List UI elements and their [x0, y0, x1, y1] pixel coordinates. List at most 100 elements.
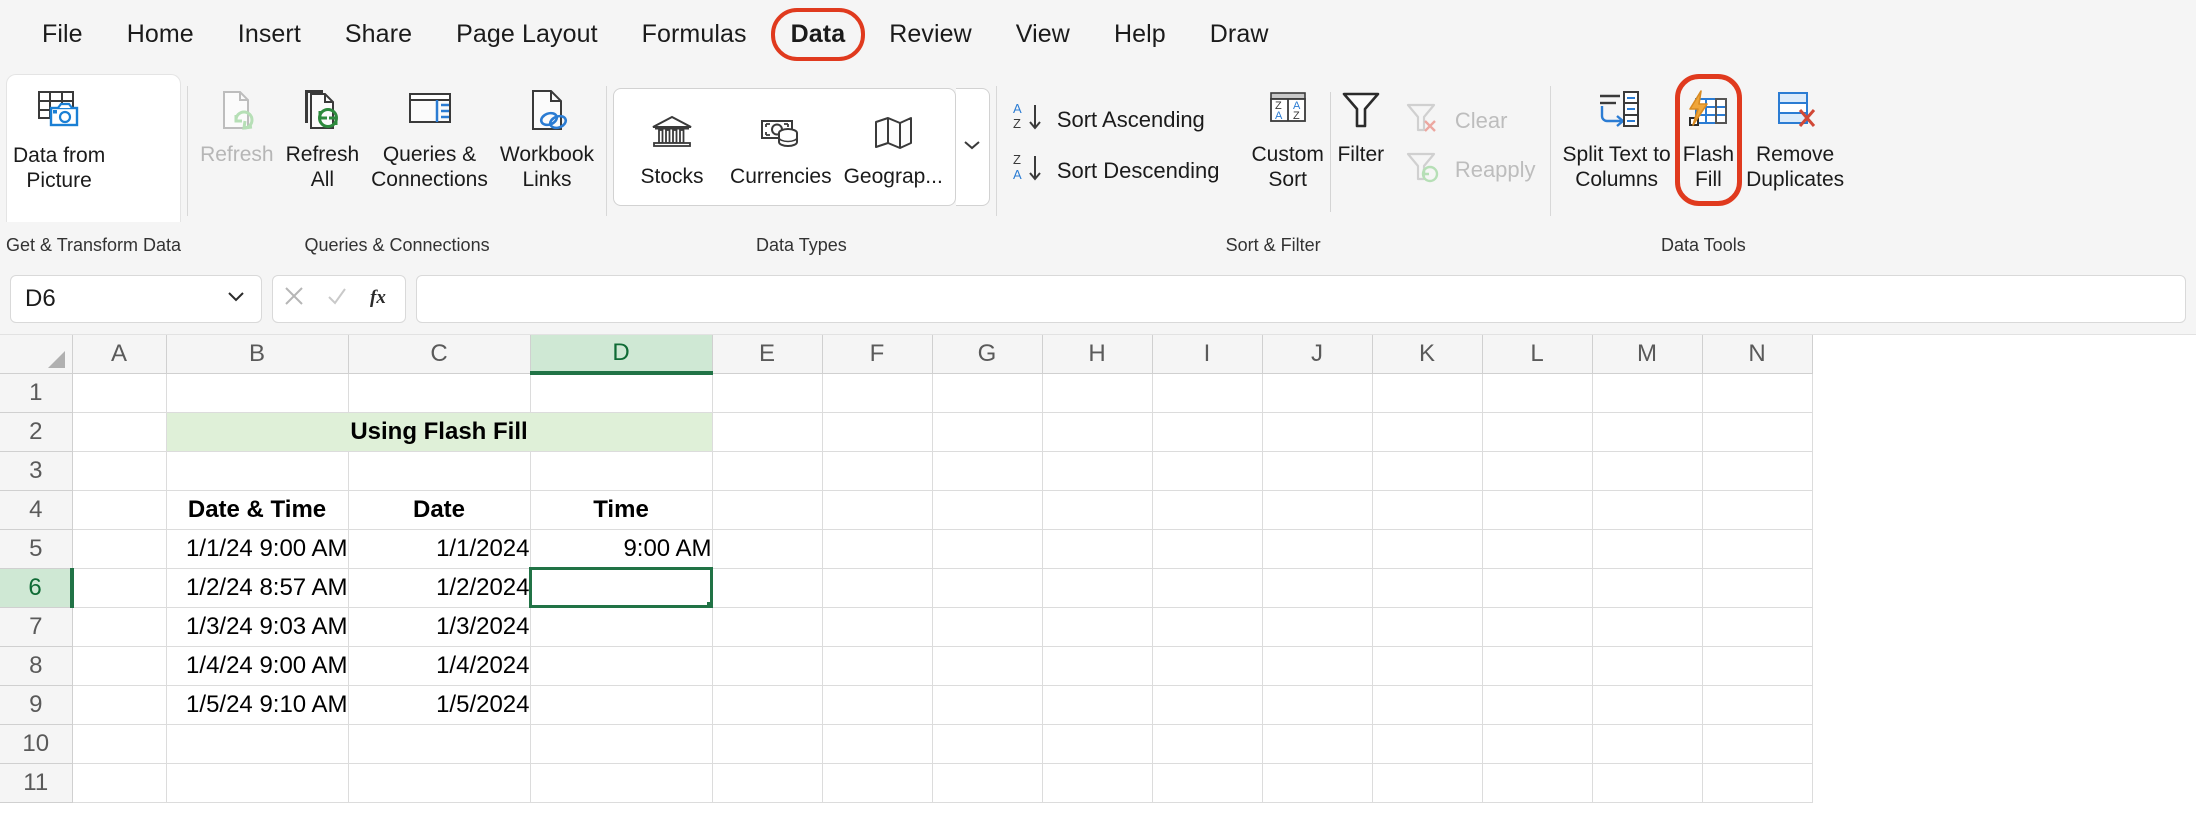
cell-I7[interactable]	[1152, 607, 1263, 647]
cell-A2[interactable]	[72, 412, 167, 452]
cell-L10[interactable]	[1482, 724, 1593, 764]
cell-F4[interactable]	[822, 490, 933, 530]
cell-F9[interactable]	[822, 685, 933, 725]
cell-C11[interactable]	[348, 763, 531, 803]
cell-M4[interactable]	[1592, 490, 1703, 530]
cell-J8[interactable]	[1262, 646, 1373, 686]
cell-G6[interactable]	[932, 568, 1043, 608]
formula-input[interactable]	[416, 274, 2186, 323]
cell-B9[interactable]: 1/5/24 9:10 AM	[166, 685, 349, 725]
cell-J11[interactable]	[1262, 763, 1373, 803]
ribbon-tab-formulas[interactable]: Formulas	[620, 14, 769, 55]
cell-D11[interactable]	[530, 763, 713, 803]
cell-I3[interactable]	[1152, 451, 1263, 491]
cell-C5[interactable]: 1/1/2024	[348, 529, 531, 569]
cell-H4[interactable]	[1042, 490, 1153, 530]
row-header-3[interactable]: 3	[0, 451, 73, 491]
cell-N5[interactable]	[1702, 529, 1813, 569]
cell-B1[interactable]	[166, 373, 349, 413]
cell-J2[interactable]	[1262, 412, 1373, 452]
reapply-button[interactable]: Reapply	[1397, 145, 1544, 194]
ribbon-tab-view[interactable]: View	[994, 14, 1092, 55]
cell-N8[interactable]	[1702, 646, 1813, 686]
cell-B4[interactable]: Date & Time	[166, 490, 349, 530]
geography-button[interactable]: Geograp...	[838, 102, 949, 193]
cell-K11[interactable]	[1372, 763, 1483, 803]
cell-N6[interactable]	[1702, 568, 1813, 608]
cell-D4[interactable]: Time	[530, 490, 713, 530]
split-text-to-columns-button[interactable]: Split Text to Columns	[1557, 80, 1677, 196]
x-icon[interactable]	[282, 284, 306, 313]
row-header-2[interactable]: 2	[0, 412, 73, 452]
cell-N2[interactable]	[1702, 412, 1813, 452]
cell-M6[interactable]	[1592, 568, 1703, 608]
cell-E7[interactable]	[712, 607, 823, 647]
cell-J9[interactable]	[1262, 685, 1373, 725]
check-icon[interactable]	[325, 284, 349, 313]
cell-L9[interactable]	[1482, 685, 1593, 725]
cell-H2[interactable]	[1042, 412, 1153, 452]
cell-F11[interactable]	[822, 763, 933, 803]
column-header-H[interactable]: H	[1042, 335, 1153, 374]
column-header-I[interactable]: I	[1152, 335, 1263, 374]
cell-L6[interactable]	[1482, 568, 1593, 608]
sort-ascending-button[interactable]: A Z Sort Ascending	[1003, 94, 1228, 145]
cell-F7[interactable]	[822, 607, 933, 647]
remove-duplicates-button[interactable]: Remove Duplicates	[1740, 80, 1850, 196]
cell-C1[interactable]	[348, 373, 531, 413]
cell-E8[interactable]	[712, 646, 823, 686]
cell-M9[interactable]	[1592, 685, 1703, 725]
cell-C7[interactable]: 1/3/2024	[348, 607, 531, 647]
column-header-J[interactable]: J	[1262, 335, 1373, 374]
cell-K5[interactable]	[1372, 529, 1483, 569]
cell-D6[interactable]	[529, 567, 713, 608]
cell-M2[interactable]	[1592, 412, 1703, 452]
ribbon-tab-file[interactable]: File	[20, 14, 105, 55]
cell-F3[interactable]	[822, 451, 933, 491]
cell-G8[interactable]	[932, 646, 1043, 686]
cell-L8[interactable]	[1482, 646, 1593, 686]
cell-A6[interactable]	[72, 568, 167, 608]
cell-E1[interactable]	[712, 373, 823, 413]
cell-E2[interactable]	[712, 412, 823, 452]
row-header-8[interactable]: 8	[0, 646, 73, 686]
cell-B8[interactable]: 1/4/24 9:00 AM	[166, 646, 349, 686]
ribbon-tab-insert[interactable]: Insert	[216, 14, 323, 55]
ribbon-tab-share[interactable]: Share	[323, 14, 434, 55]
cell-I10[interactable]	[1152, 724, 1263, 764]
cell-B3[interactable]	[166, 451, 349, 491]
cell-M11[interactable]	[1592, 763, 1703, 803]
cell-L11[interactable]	[1482, 763, 1593, 803]
cell-M5[interactable]	[1592, 529, 1703, 569]
cell-J1[interactable]	[1262, 373, 1373, 413]
cell-A8[interactable]	[72, 646, 167, 686]
fx-icon[interactable]: fx	[368, 282, 396, 315]
cell-N10[interactable]	[1702, 724, 1813, 764]
cell-I6[interactable]	[1152, 568, 1263, 608]
cell-K2[interactable]	[1372, 412, 1483, 452]
cell-K10[interactable]	[1372, 724, 1483, 764]
row-header-7[interactable]: 7	[0, 607, 73, 647]
cell-G2[interactable]	[932, 412, 1043, 452]
cell-M7[interactable]	[1592, 607, 1703, 647]
row-header-9[interactable]: 9	[0, 685, 73, 725]
cell-A10[interactable]	[72, 724, 167, 764]
ribbon-tab-draw[interactable]: Draw	[1188, 14, 1291, 55]
cell-G11[interactable]	[932, 763, 1043, 803]
cell-H9[interactable]	[1042, 685, 1153, 725]
row-header-10[interactable]: 10	[0, 724, 73, 764]
cell-A9[interactable]	[72, 685, 167, 725]
cell-G7[interactable]	[932, 607, 1043, 647]
cell-N11[interactable]	[1702, 763, 1813, 803]
cell-F10[interactable]	[822, 724, 933, 764]
clear-button[interactable]: Clear	[1397, 96, 1544, 145]
cell-I11[interactable]	[1152, 763, 1263, 803]
name-box[interactable]: D6	[10, 274, 262, 323]
cell-L4[interactable]	[1482, 490, 1593, 530]
cell-L2[interactable]	[1482, 412, 1593, 452]
refresh-button[interactable]: Refresh	[194, 80, 280, 171]
cell-N3[interactable]	[1702, 451, 1813, 491]
cell-M1[interactable]	[1592, 373, 1703, 413]
cell-E10[interactable]	[712, 724, 823, 764]
cell-M8[interactable]	[1592, 646, 1703, 686]
